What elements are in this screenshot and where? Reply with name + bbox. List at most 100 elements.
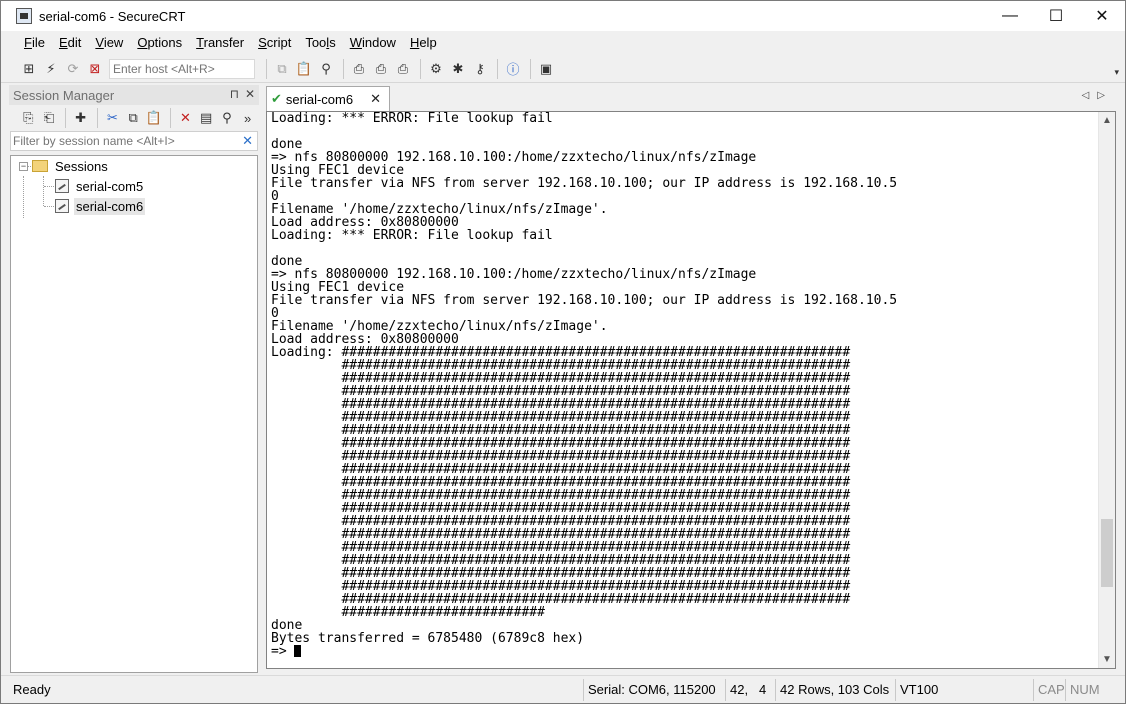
session-manager-panel: Session Manager ⊓ ✕ ⎘ ⎗ ✚ ✂ ⧉ 📋 ✕ ▤ ⚲ » … — [9, 85, 259, 673]
status-dimensions: 42 Rows, 103 Cols — [775, 679, 893, 701]
menu-bar: File Edit View Options Transfer Script Tools Wi… — [1, 31, 1125, 55]
connect-icon[interactable]: ⊞ — [19, 59, 39, 79]
menu-label-rest: ransfer — [203, 35, 245, 50]
status-cursor-col: 4 — [759, 682, 767, 697]
connect-in-tab-icon[interactable]: ⎗ — [40, 108, 59, 128]
terminal-view[interactable]: Loading: *** ERROR: File lookup fail done… — [266, 111, 1116, 669]
close-window-button[interactable]: ✕ — [1079, 1, 1125, 31]
disconnect-icon[interactable]: ⊠ — [85, 59, 105, 79]
menu-accelerator-key: F — [24, 35, 32, 50]
toolbar-overflow-icon[interactable]: ▾ — [1114, 67, 1119, 78]
minimize-button[interactable]: — — [987, 1, 1033, 31]
connected-check-icon: ✔ — [271, 91, 282, 106]
securecrt-app-icon[interactable] — [16, 8, 32, 24]
tree-folder-sessions[interactable]: − Sessions — [11, 156, 257, 176]
find-session-icon[interactable]: ⚲ — [218, 108, 237, 128]
session-manager-toolbar: ⎘ ⎗ ✚ ✂ ⧉ 📋 ✕ ▤ ⚲ » — [9, 105, 259, 131]
tree-item-serial-com5[interactable]: serial-com5 — [11, 176, 257, 196]
status-emulation: VT100 — [895, 679, 942, 701]
print-icon[interactable]: ⎙ — [349, 59, 369, 79]
session-filter-input[interactable] — [11, 134, 231, 148]
properties-icon[interactable]: ▤ — [197, 108, 216, 128]
menu-accelerator-key: O — [137, 35, 148, 50]
maximize-button[interactable]: ☐ — [1033, 1, 1079, 31]
menu-accelerator-key: W — [349, 35, 362, 50]
tree-item-serial-com6[interactable]: serial-com6 — [11, 196, 257, 216]
menu-window[interactable]: Window — [343, 32, 403, 54]
scroll-thumb[interactable] — [1101, 519, 1113, 587]
menu-label-rest: iew — [103, 35, 124, 50]
toolbar-separator — [497, 58, 498, 79]
copy-icon[interactable]: ⧉ — [272, 59, 292, 79]
paste-session-icon[interactable]: 📋 — [144, 108, 163, 128]
more-icon[interactable]: » — [238, 108, 257, 128]
terminal-line-text: File transfer via NFS from server 192.16… — [271, 176, 898, 191]
clear-filter-icon[interactable]: ✕ — [242, 133, 253, 149]
reconnect-icon[interactable]: ⟳ — [63, 59, 83, 79]
sftp-icon[interactable]: ▣ — [536, 59, 556, 79]
help-icon[interactable]: ⓘ — [503, 59, 523, 79]
status-ready: Ready — [13, 682, 51, 697]
toolbar-separator — [97, 108, 99, 128]
print-selection-icon[interactable]: ⎙ — [371, 59, 391, 79]
session-tree: − Sessions serial-com5 serial-com6 — [10, 155, 258, 673]
menu-tools[interactable]: Tools — [298, 32, 342, 54]
menu-edit[interactable]: Edit — [52, 32, 88, 54]
terminal-line: File transfer via NFS from server 192.16… — [271, 294, 897, 307]
toolbar-separator — [420, 58, 421, 79]
menu-script[interactable]: Script — [251, 32, 298, 54]
new-session-icon[interactable]: ✚ — [71, 108, 90, 128]
terminal-line: ########################## — [271, 606, 897, 619]
terminal-cursor — [294, 645, 302, 657]
title-bar: serial-com6 - SecureCRT — ☐ ✕ — [1, 1, 1125, 31]
window-controls: — ☐ ✕ — [987, 1, 1125, 31]
status-cap: CAP — [1033, 679, 1069, 701]
status-num: NUM — [1065, 679, 1104, 701]
tab-scroll-arrows-icon[interactable]: ◁▷ — [1082, 90, 1113, 101]
session-manager-header: Session Manager ⊓ ✕ — [9, 85, 259, 105]
menu-file[interactable]: File — [17, 32, 52, 54]
print-setup-icon[interactable]: ⎙ — [393, 59, 413, 79]
terminal-scrollbar[interactable]: ▲ ▼ — [1098, 112, 1115, 668]
menu-transfer[interactable]: Transfer — [189, 32, 251, 54]
delete-icon[interactable]: ✕ — [176, 108, 195, 128]
find-icon[interactable]: ⚲ — [316, 59, 336, 79]
status-connection: Serial: COM6, 115200 — [583, 679, 720, 701]
terminal-line-text: Bytes transferred = 6785480 (6789c8 hex) — [271, 631, 585, 646]
session-filter: ✕ — [10, 131, 258, 151]
session-manager-title: Session Manager — [13, 87, 115, 103]
scroll-down-icon[interactable]: ▼ — [1102, 654, 1112, 665]
close-tab-icon[interactable]: ✕ — [370, 91, 381, 107]
collapse-icon[interactable]: − — [19, 161, 28, 171]
paste-icon[interactable]: 📋 — [294, 59, 314, 79]
menu-options[interactable]: Options — [130, 32, 189, 54]
toolbar-separator — [170, 108, 172, 128]
scroll-up-icon[interactable]: ▲ — [1102, 115, 1112, 126]
status-bar: Ready Serial: COM6, 115200 42, 4 42 Rows… — [1, 675, 1125, 703]
close-panel-icon[interactable]: ✕ — [245, 87, 255, 101]
menu-label-rest: elp — [419, 35, 437, 50]
menu-view[interactable]: View — [88, 32, 130, 54]
serial-session-icon — [55, 199, 69, 213]
toolbar-separator — [530, 58, 531, 79]
menu-help[interactable]: Help — [403, 32, 444, 54]
cut-icon[interactable]: ✂ — [103, 108, 122, 128]
menu-label-rest: ile — [31, 35, 45, 50]
tree-item-label: serial-com6 — [74, 197, 146, 215]
enter-host-input[interactable] — [109, 58, 255, 79]
tab-serial-com6[interactable]: ✔ serial-com6 ✕ — [266, 86, 390, 111]
menu-label-rest: dit — [67, 35, 82, 50]
menu-accelerator-key: T — [196, 35, 204, 50]
global-options-icon[interactable]: ✱ — [448, 59, 468, 79]
connect-session-icon[interactable]: ⎘ — [19, 108, 38, 128]
copy-session-icon[interactable]: ⧉ — [124, 108, 143, 128]
terminal-line: File transfer via NFS from server 192.16… — [271, 177, 897, 190]
pin-icon[interactable]: ⊓ — [230, 87, 239, 101]
session-tab-bar: ✔ serial-com6 ✕ ◁▷ — [264, 85, 1119, 111]
menu-label-rest: indow — [361, 35, 396, 50]
session-options-icon[interactable]: ⚙ — [426, 59, 446, 79]
keymap-icon[interactable]: ⚷ — [470, 59, 490, 79]
quick-connect-icon[interactable]: ⚡ — [41, 59, 61, 79]
